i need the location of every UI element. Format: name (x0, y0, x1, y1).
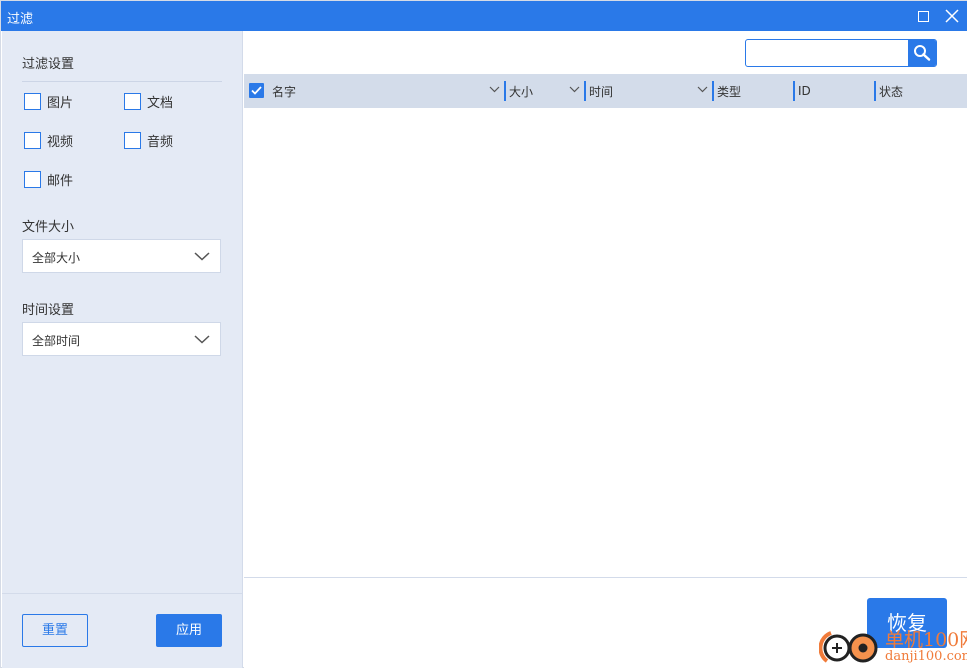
chevron-down-icon (697, 86, 708, 93)
maximize-button[interactable] (909, 1, 937, 31)
column-header-name[interactable]: 名字 (267, 74, 504, 108)
apply-button[interactable]: 应用 (156, 614, 222, 647)
maximize-icon (918, 11, 929, 22)
window-title: 过滤 (7, 12, 34, 27)
filter-settings-title: 过滤设置 (22, 57, 75, 72)
search-input[interactable] (746, 40, 908, 66)
search-button[interactable] (908, 40, 936, 66)
watermark-text: 单机100网 (885, 629, 967, 651)
divider (22, 81, 222, 82)
column-header-id[interactable]: ID (793, 74, 874, 108)
divider (2, 593, 243, 594)
chevron-down-icon (489, 86, 500, 93)
column-header-type[interactable]: 类型 (712, 74, 793, 108)
checkbox-documents[interactable]: 文档 (124, 92, 173, 111)
time-value: 全部时间 (32, 334, 81, 348)
column-header-time[interactable]: 时间 (584, 74, 712, 108)
column-separator[interactable] (584, 81, 586, 101)
checkbox-box[interactable] (124, 132, 141, 149)
reset-button[interactable]: 重置 (22, 614, 88, 647)
search-icon (914, 45, 931, 61)
column-separator[interactable] (793, 81, 795, 101)
checkbox-videos[interactable]: 视频 (24, 131, 73, 150)
close-icon (945, 9, 959, 23)
column-header-status[interactable]: 状态 (874, 74, 967, 108)
check-icon (251, 86, 262, 95)
checkbox-box[interactable] (24, 93, 41, 110)
checkbox-images[interactable]: 图片 (24, 92, 73, 111)
checkbox-email[interactable]: 邮件 (24, 170, 73, 189)
column-separator[interactable] (712, 81, 714, 101)
close-button[interactable] (938, 1, 966, 31)
checkbox-audio[interactable]: 音频 (124, 131, 173, 150)
select-all-checkbox[interactable] (249, 83, 264, 98)
results-panel: 名字 大小 时间 类型 ID 状态 恢复 (244, 31, 967, 668)
watermark-logo-icon (819, 631, 878, 663)
column-label: 时间 (589, 84, 614, 99)
file-size-title: 文件大小 (22, 220, 75, 235)
divider (244, 577, 967, 578)
file-size-select[interactable]: 全部大小 (22, 239, 221, 273)
checkbox-label: 文档 (147, 96, 174, 111)
column-separator[interactable] (874, 81, 876, 101)
column-header-size[interactable]: 大小 (504, 74, 584, 108)
column-label: 大小 (509, 84, 534, 99)
checkbox-box[interactable] (24, 132, 41, 149)
checkbox-label: 图片 (47, 96, 74, 111)
checkbox-box[interactable] (24, 171, 41, 188)
column-label: 名字 (272, 84, 297, 99)
title-bar[interactable]: 过滤 (1, 1, 967, 31)
checkbox-label: 音频 (147, 135, 174, 150)
file-size-value: 全部大小 (32, 251, 81, 265)
watermark: 单机100网 danji100.com (819, 625, 967, 669)
checkbox-box[interactable] (124, 93, 141, 110)
column-label: 类型 (717, 84, 742, 99)
watermark-url: danji100.com (885, 649, 967, 664)
results-list[interactable] (244, 108, 967, 577)
table-header: 名字 大小 时间 类型 ID 状态 (244, 74, 967, 108)
filter-sidebar: 过滤设置 图片 文档 视频 音频 邮件 文件大小 全部大小 时间设置 全部时间 … (2, 31, 243, 668)
column-label: ID (798, 84, 811, 98)
time-select[interactable]: 全部时间 (22, 322, 221, 356)
filter-dialog: 过滤 过滤设置 图片 文档 视频 音频 邮件 文件大小 全部大小 时间设置 全部… (0, 0, 967, 668)
checkbox-label: 视频 (47, 135, 74, 150)
chevron-down-icon (194, 252, 210, 261)
chevron-down-icon (194, 335, 210, 344)
column-label: 状态 (879, 84, 904, 99)
chevron-down-icon (569, 86, 580, 93)
time-settings-title: 时间设置 (22, 303, 75, 318)
column-separator[interactable] (504, 81, 506, 101)
search-box (745, 39, 937, 67)
checkbox-label: 邮件 (47, 174, 74, 189)
